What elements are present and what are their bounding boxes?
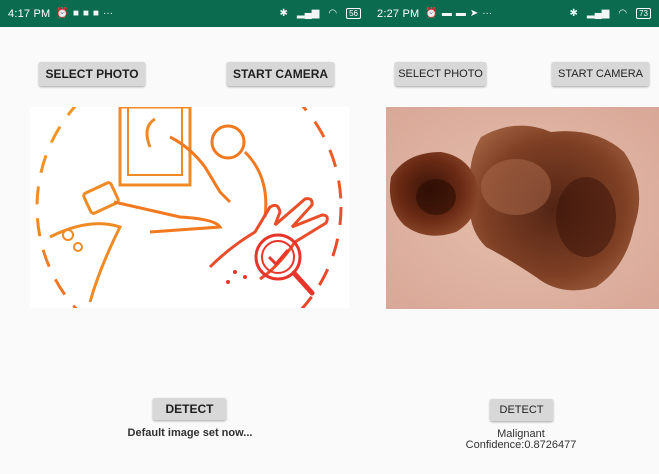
- select-photo-button[interactable]: SELECT PHOTO: [39, 62, 145, 86]
- detect-button[interactable]: DETECT: [153, 398, 226, 420]
- battery-indicator: 56: [346, 8, 361, 19]
- notification-icon: ■: [72, 8, 79, 19]
- signal-icon: ▂▄▆: [296, 8, 320, 19]
- notification-icon: ■: [92, 8, 99, 19]
- select-photo-button[interactable]: SELECT PHOTO: [395, 62, 486, 86]
- right-phone-screen: 2:27 PM ⏰ ▬ ▬ ➤ ··· ✱ ▂▄▆ ◠ 73 SELECT PH…: [369, 0, 659, 474]
- skin-check-illustration: [35, 107, 343, 308]
- notification-icon: ■: [82, 8, 89, 19]
- status-bar: 2:27 PM ⏰ ▬ ▬ ➤ ··· ✱ ▂▄▆ ◠ 73: [369, 0, 659, 27]
- send-icon: ➤: [469, 8, 479, 19]
- battery-indicator: 73: [636, 8, 651, 19]
- more-icon: ···: [482, 8, 493, 19]
- start-camera-button[interactable]: START CAMERA: [227, 62, 334, 86]
- wifi-icon: ◠: [328, 8, 338, 19]
- alarm-icon: ⏰: [56, 8, 69, 19]
- more-icon: ···: [102, 8, 113, 19]
- mole-image: [386, 107, 659, 309]
- left-phone-screen: 4:17 PM ⏰ ■ ■ ■ ··· ✱ ▂▄▆ ◠ 56 SELECT PH…: [0, 0, 369, 474]
- message-icon: ▬: [441, 8, 452, 19]
- result-text: Default image set now...: [127, 427, 253, 439]
- default-illustration: [30, 107, 349, 308]
- message-icon: ▬: [455, 8, 466, 19]
- result-confidence: Confidence:0.8726477: [465, 439, 577, 451]
- alarm-icon: ⏰: [425, 8, 438, 19]
- detect-button[interactable]: DETECT: [490, 399, 553, 421]
- bluetooth-icon: ✱: [569, 8, 578, 19]
- bluetooth-icon: ✱: [279, 8, 288, 19]
- skin-lesion-photo: [386, 107, 659, 309]
- status-time: 2:27 PM: [377, 7, 420, 20]
- status-time: 4:17 PM: [8, 7, 51, 20]
- start-camera-button[interactable]: START CAMERA: [552, 62, 649, 86]
- wifi-icon: ◠: [618, 8, 628, 19]
- status-bar: 4:17 PM ⏰ ■ ■ ■ ··· ✱ ▂▄▆ ◠ 56: [0, 0, 369, 27]
- signal-icon: ▂▄▆: [586, 8, 610, 19]
